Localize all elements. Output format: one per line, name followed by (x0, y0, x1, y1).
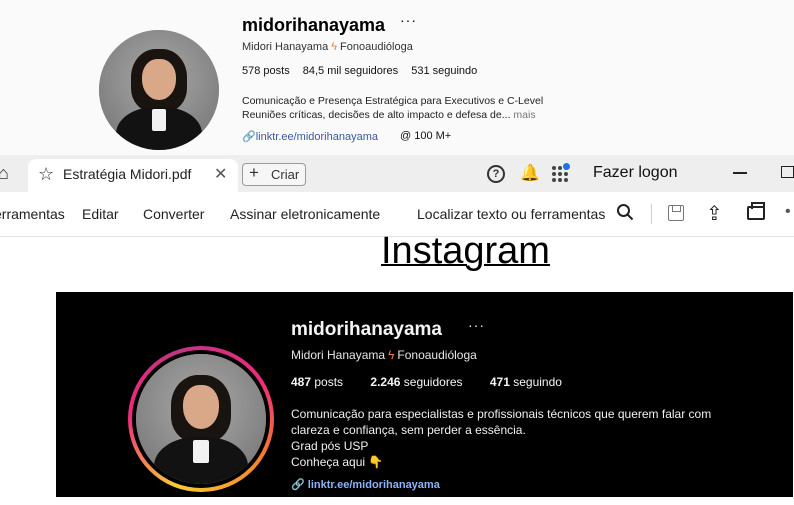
maximize-icon[interactable] (781, 166, 794, 178)
profile-full-name-dark: Midori Hanayama ϟ Fonoaudióloga (291, 348, 477, 362)
upload-icon[interactable]: ⇪ (706, 201, 723, 226)
more-options-icon[interactable]: ··· (400, 12, 417, 28)
tab-title[interactable]: Estratégia Midori.pdf (63, 166, 191, 182)
followers-count[interactable]: 84,5 mil seguidores (303, 65, 398, 77)
posts-count: 487 (291, 375, 312, 389)
link-text: linktr.ee/midorihanayama (255, 131, 378, 143)
home-icon[interactable]: ⌂ (0, 163, 9, 184)
threads-count: 100 M+ (414, 130, 452, 142)
profile-link[interactable]: 🔗linktr.ee/midorihanayama (242, 130, 378, 143)
profile-bio-line: Comunicação para especialistas e profiss… (291, 407, 712, 421)
bell-icon[interactable]: 🔔 (520, 163, 540, 183)
followers-count: 2.246 (370, 375, 401, 389)
search-icon[interactable] (616, 203, 634, 221)
plus-icon[interactable]: + (249, 163, 259, 183)
more-icon[interactable]: • (785, 203, 791, 221)
following-label: seguindo (513, 375, 562, 389)
sign-in-button[interactable]: Fazer logon (593, 164, 678, 182)
full-name: Midori Hanayama (242, 41, 329, 53)
profile-category: Fonoaudióloga (340, 41, 413, 53)
followers-label: seguidores (403, 375, 463, 389)
profile-bio-line: clareza e confiança, sem perder a essênc… (291, 423, 526, 437)
toolbar-divider (651, 204, 652, 224)
help-icon[interactable]: ? (487, 165, 505, 183)
followers-stat[interactable]: 2.246 seguidores (370, 375, 474, 389)
profile-full-name: Midori Hanayama ϟ Fonoaudióloga (242, 41, 413, 53)
find-tools-menu[interactable]: Localizar texto ou ferramentas (417, 206, 605, 222)
full-name: Midori Hanayama (291, 348, 386, 362)
edit-menu[interactable]: Editar (82, 206, 119, 222)
following-count[interactable]: 531 seguindo (411, 65, 477, 77)
document-heading: Instagram (381, 230, 550, 272)
profile-bio-line: Reuniões críticas, decisões de alto impa… (242, 109, 536, 121)
background-watermark (610, 478, 700, 505)
profile-username: midorihanayama (242, 15, 386, 35)
link-icon: 🔗 (291, 479, 305, 491)
lightning-icon: ϟ (331, 41, 338, 53)
posts-label: posts (314, 375, 344, 389)
bio-more-link[interactable]: mais (513, 109, 535, 121)
profile-bio-line: Comunicação e Presença Estratégica para … (242, 95, 544, 107)
print-icon[interactable] (747, 202, 765, 220)
convert-menu[interactable]: Converter (143, 206, 204, 222)
following-stat[interactable]: 471 seguindo (490, 375, 574, 389)
profile-category: Fonoaudióloga (397, 348, 477, 362)
profile-avatar[interactable] (99, 30, 219, 150)
minimize-icon[interactable] (733, 172, 747, 174)
profile-stats-dark: 487 posts 2.246 seguidores 471 seguindo (291, 375, 586, 389)
profile-bio-line: Grad pós USP (291, 439, 369, 453)
close-icon[interactable]: ✕ (214, 164, 227, 184)
lightning-icon: ϟ (388, 348, 395, 362)
threads-badge[interactable]: @ 100 M+ (400, 130, 451, 142)
posts-count: 578 posts (242, 65, 290, 77)
threads-icon: @ (400, 130, 412, 142)
posts-stat: 487 posts (291, 375, 355, 389)
following-count: 471 (489, 375, 510, 389)
star-icon[interactable]: ☆ (38, 164, 54, 185)
profile-avatar-dark[interactable] (136, 354, 266, 484)
save-icon[interactable] (668, 205, 684, 221)
link-icon: 🔗 (242, 131, 256, 143)
more-options-icon[interactable]: ··· (468, 317, 485, 333)
notification-dot (563, 163, 570, 170)
link-text: linktr.ee/midorihanayama (307, 479, 440, 491)
create-button-label[interactable]: Criar (271, 167, 299, 182)
tools-menu[interactable]: erramentas (0, 206, 65, 222)
profile-username-dark: midorihanayama (291, 319, 442, 340)
profile-link-dark[interactable]: 🔗 linktr.ee/midorihanayama (291, 478, 440, 491)
sign-menu[interactable]: Assinar eletronicamente (230, 206, 380, 222)
profile-stats: 578 posts 84,5 mil seguidores 531 seguin… (242, 65, 487, 77)
profile-bio-line: Conheça aqui 👇 (291, 455, 384, 469)
bio-text: Reuniões críticas, decisões de alto impa… (242, 109, 511, 121)
